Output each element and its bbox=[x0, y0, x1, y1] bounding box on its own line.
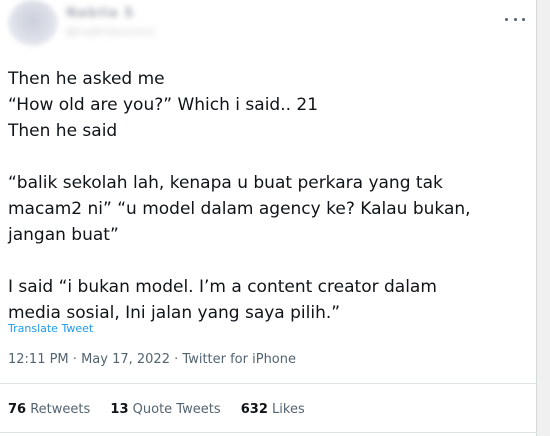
divider bbox=[0, 432, 537, 433]
tweet-line: “balik sekolah lah, kenapa u buat perkar… bbox=[8, 173, 443, 193]
more-horizontal-icon[interactable] bbox=[505, 12, 525, 26]
more-dot bbox=[522, 17, 525, 21]
quote-tweets-label: Quote Tweets bbox=[132, 402, 221, 417]
author-info[interactable]: Nabila S @nabilaxxxxx bbox=[66, 6, 155, 38]
author-name[interactable]: Nabila S bbox=[66, 6, 155, 21]
meta-separator: · bbox=[174, 352, 179, 367]
tweet-line: macam2 ni” “u model dalam agency ke? Kal… bbox=[8, 199, 471, 219]
tweet-source[interactable]: Twitter for iPhone bbox=[182, 352, 296, 367]
translate-tweet-link[interactable]: Translate Tweet bbox=[8, 322, 93, 335]
likes-label: Likes bbox=[272, 402, 305, 417]
tweet-time[interactable]: 12:11 PM bbox=[8, 352, 69, 367]
meta-separator: · bbox=[72, 352, 77, 367]
more-dot bbox=[513, 17, 517, 21]
tweet-stats: 76 Retweets 13 Quote Tweets 632 Likes bbox=[8, 402, 321, 417]
tweet-text: Then he asked me “How old are you?” Whic… bbox=[8, 66, 530, 326]
author-handle[interactable]: @nabilaxxxxx bbox=[66, 25, 155, 38]
likes-stat[interactable]: 632 Likes bbox=[241, 402, 305, 417]
tweet-author-row: Nabila S @nabilaxxxxx bbox=[8, 0, 533, 56]
tweet-line: Then he said bbox=[8, 121, 118, 141]
tweet-line: I said “i bukan model. I’m a content cre… bbox=[8, 277, 437, 297]
divider bbox=[0, 383, 537, 384]
retweets-count: 76 bbox=[8, 402, 27, 417]
retweets-label: Retweets bbox=[30, 402, 91, 417]
tweet-line: jangan buat” bbox=[8, 225, 119, 245]
tweet-line: Then he asked me bbox=[8, 69, 165, 89]
tweet-card: Nabila S @nabilaxxxxx Then he asked me “… bbox=[0, 0, 537, 436]
retweets-stat[interactable]: 76 Retweets bbox=[8, 402, 90, 417]
likes-count: 632 bbox=[240, 402, 268, 417]
tweet-date[interactable]: May 17, 2022 bbox=[81, 352, 170, 367]
quote-tweets-stat[interactable]: 13 Quote Tweets bbox=[110, 402, 220, 417]
avatar[interactable] bbox=[8, 0, 58, 46]
more-dot bbox=[505, 17, 508, 21]
tweet-metadata: 12:11 PM · May 17, 2022 · Twitter for iP… bbox=[8, 352, 296, 367]
quote-tweets-count: 13 bbox=[110, 402, 129, 417]
tweet-line: “How old are you?” Which i said.. 21 bbox=[8, 95, 319, 115]
